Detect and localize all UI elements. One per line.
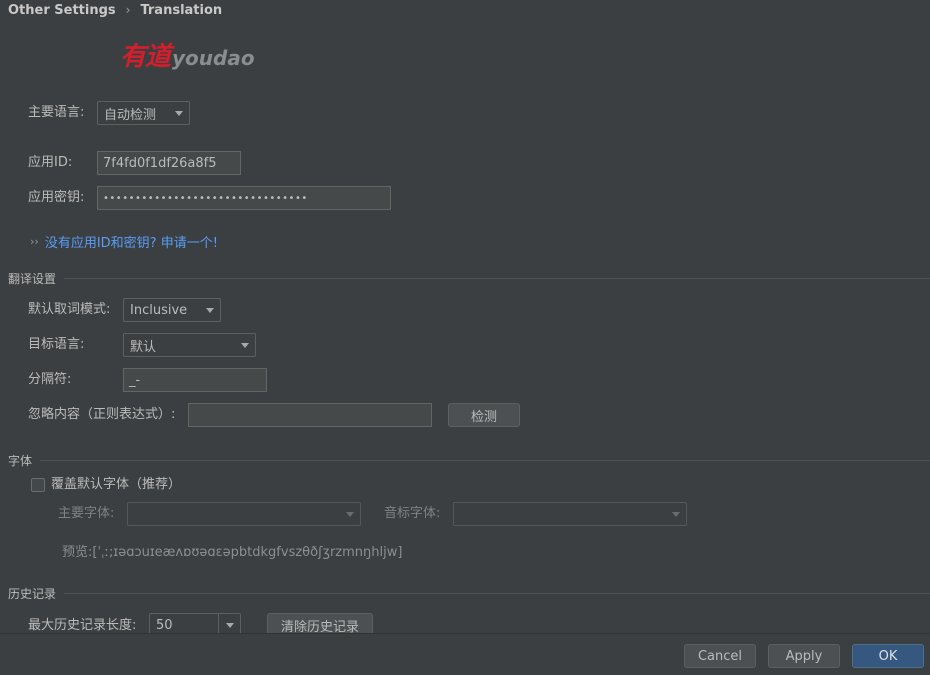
primary-font-select[interactable]	[127, 502, 361, 526]
phonetic-font-select[interactable]	[453, 502, 687, 526]
font-preview: 预览:[ˈˌː;ɪəɑɔuɪeæʌɒʊəɑɛəpbtdkgfvszθðʃʒrzm…	[62, 545, 403, 560]
word-mode-label: 默认取词模式:	[28, 302, 111, 317]
app-key-field[interactable]: ••••••••••••••••••••••••••••••••	[97, 186, 391, 210]
section-divider	[40, 459, 930, 461]
ok-button[interactable]: OK	[852, 644, 924, 668]
section-title: 字体	[8, 453, 33, 468]
youdao-logo-cn: 有道	[120, 42, 171, 72]
word-mode-value: Inclusive	[130, 302, 188, 318]
ignore-regex-label: 忽略内容（正则表达式）:	[28, 407, 176, 422]
checkbox-box[interactable]	[31, 478, 45, 492]
max-history-value: 50	[156, 617, 173, 633]
separator-label: 分隔符:	[28, 372, 72, 387]
section-title: 历史记录	[8, 586, 57, 601]
primary-font-label: 主要字体:	[58, 506, 115, 521]
font-section: 字体	[8, 450, 930, 470]
breadcrumb-separator: ›	[125, 3, 131, 17]
chevron-down-icon	[346, 511, 354, 517]
chevron-down-icon	[175, 110, 183, 116]
section-divider	[64, 277, 930, 279]
breadcrumb-parent[interactable]: Other Settings	[8, 3, 116, 18]
chevron-down-icon	[206, 307, 214, 313]
override-font-checkbox[interactable]	[31, 478, 45, 492]
primary-language-label: 主要语言:	[28, 105, 85, 120]
apply-button[interactable]: Apply	[768, 644, 840, 668]
cancel-button[interactable]: Cancel	[684, 644, 756, 668]
app-id-field[interactable]: 7f4fd0f1df26a8f5	[97, 151, 241, 175]
phonetic-font-label: 音标字体:	[384, 506, 441, 521]
breadcrumb: Other Settings › Translation	[8, 1, 222, 19]
breadcrumb-current: Translation	[140, 2, 223, 18]
history-section: 历史记录	[8, 583, 930, 603]
check-regex-button[interactable]: 检测	[448, 403, 520, 427]
primary-language-select[interactable]: 自动检测	[97, 101, 190, 125]
chevron-down-icon	[672, 511, 680, 517]
section-title: 翻译设置	[8, 271, 57, 286]
ignore-regex-field[interactable]	[188, 403, 432, 427]
apply-for-id-link-text: 没有应用ID和密钥? 申请一个!	[44, 235, 218, 251]
youdao-logo: 有道 youdao	[120, 36, 255, 73]
youdao-logo-en: youdao	[172, 46, 255, 70]
word-mode-select[interactable]: Inclusive	[123, 298, 221, 322]
target-language-value: 默认	[130, 339, 157, 355]
section-divider	[64, 592, 930, 594]
app-id-label: 应用ID:	[28, 155, 73, 170]
primary-language-value: 自动检测	[104, 107, 157, 123]
target-language-select[interactable]: 默认	[123, 333, 256, 357]
double-chevron-right-icon: ››	[30, 234, 39, 248]
override-font-label[interactable]: 覆盖默认字体（推荐）	[51, 474, 181, 496]
target-language-label: 目标语言:	[28, 337, 85, 352]
chevron-down-icon	[241, 342, 249, 348]
separator-field[interactable]: _-	[123, 368, 267, 392]
chevron-down-icon	[225, 622, 234, 628]
apply-for-id-link[interactable]: ›› 没有应用ID和密钥? 申请一个!	[30, 231, 218, 251]
translation-settings-section: 翻译设置	[8, 268, 930, 288]
app-key-label: 应用密钥:	[28, 190, 85, 205]
